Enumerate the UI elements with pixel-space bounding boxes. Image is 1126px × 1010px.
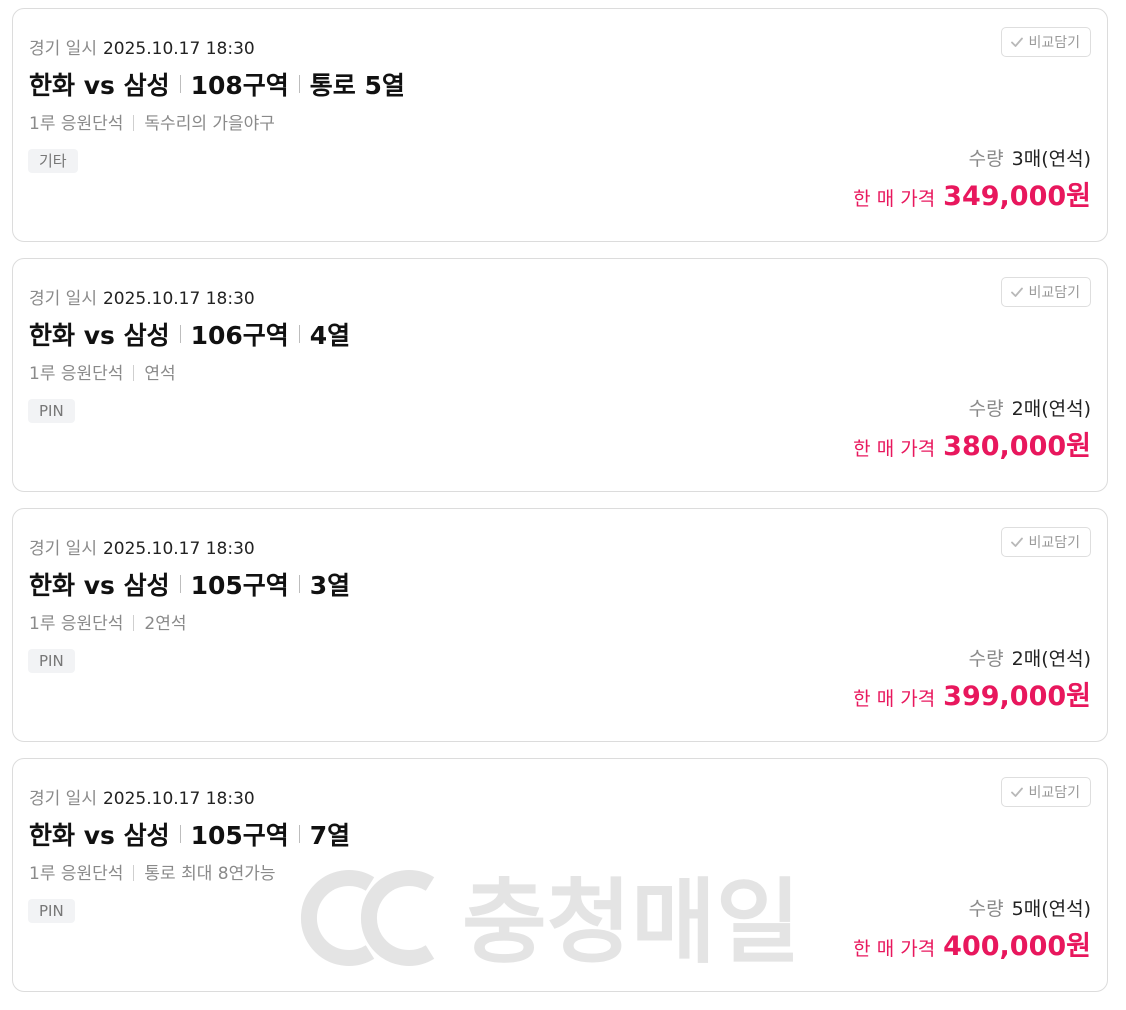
section-name: 105구역 (190, 571, 289, 600)
ticket-listing-card[interactable]: 경기 일시 2025.10.17 18:30 한화 vs 삼성 105구역 3열 1루… (12, 508, 1108, 742)
seat-area: 1루 응원단석 (29, 114, 124, 134)
compare-add-button[interactable]: 비교담기 (1001, 527, 1091, 557)
match-date-value: 2025.10.17 18:30 (102, 39, 255, 59)
delivery-tag: PIN (28, 899, 75, 923)
match-date-label: 경기 일시 (29, 539, 97, 559)
quantity-label: 수량 (968, 648, 1004, 670)
quantity-label: 수량 (968, 898, 1004, 920)
seat-area: 1루 응원단석 (29, 364, 124, 384)
compare-add-label: 비교담기 (1028, 785, 1080, 801)
price-value: 400,000원 (943, 931, 1091, 962)
listing-title: 한화 vs 삼성 108구역 통로 5열 (29, 69, 405, 103)
title-divider (179, 825, 181, 843)
compare-add-label: 비교담기 (1028, 35, 1080, 51)
price-label: 한 매 가격 (853, 688, 936, 710)
quantity-value: 3매(연석) (1011, 148, 1091, 170)
info-divider (133, 365, 135, 381)
title-divider (179, 575, 181, 593)
match-name: 한화 vs 삼성 (29, 71, 170, 100)
seller-note: 2연석 (144, 614, 187, 634)
quantity-value: 2매(연석) (1011, 398, 1091, 420)
ticket-listing-card[interactable]: 경기 일시 2025.10.17 18:30 한화 vs 삼성 105구역 7열 1루… (12, 758, 1108, 992)
match-date-row: 경기 일시 2025.10.17 18:30 (29, 789, 255, 809)
match-date-value: 2025.10.17 18:30 (102, 539, 255, 559)
quantity-row: 수량 5매(연석) (969, 897, 1091, 921)
info-divider (133, 865, 135, 881)
seat-info-row: 1루 응원단석 독수리의 가을야구 (29, 113, 275, 135)
price-label: 한 매 가격 (853, 938, 936, 960)
price-row: 한 매 가격 380,000원 (853, 429, 1091, 468)
seller-note: 통로 최대 8연가능 (144, 864, 276, 884)
listing-title: 한화 vs 삼성 105구역 3열 (29, 569, 350, 603)
match-name: 한화 vs 삼성 (29, 571, 170, 600)
check-icon (1011, 287, 1024, 297)
quantity-value: 5매(연석) (1011, 898, 1091, 920)
check-icon (1011, 537, 1024, 547)
listing-title: 한화 vs 삼성 105구역 7열 (29, 819, 350, 853)
seat-row: 7열 (309, 821, 351, 850)
match-date-value: 2025.10.17 18:30 (102, 289, 255, 309)
delivery-tag: PIN (28, 649, 75, 673)
ticket-listing-card[interactable]: 경기 일시 2025.10.17 18:30 한화 vs 삼성 108구역 통로 5열… (12, 8, 1108, 242)
compare-add-button[interactable]: 비교담기 (1001, 27, 1091, 57)
section-name: 106구역 (190, 321, 289, 350)
match-name: 한화 vs 삼성 (29, 321, 170, 350)
listing-title: 한화 vs 삼성 106구역 4열 (29, 319, 350, 353)
ticket-listing-card[interactable]: 경기 일시 2025.10.17 18:30 한화 vs 삼성 106구역 4열 1루… (12, 258, 1108, 492)
delivery-tag: PIN (28, 399, 75, 423)
title-divider (179, 325, 181, 343)
price-row: 한 매 가격 400,000원 (853, 929, 1091, 968)
title-divider (298, 825, 300, 843)
title-divider (298, 75, 300, 93)
price-value: 349,000원 (943, 181, 1091, 212)
title-divider (179, 75, 181, 93)
seat-row: 통로 5열 (309, 71, 405, 100)
title-divider (298, 325, 300, 343)
seat-info-row: 1루 응원단석 연석 (29, 363, 176, 385)
quantity-label: 수량 (968, 398, 1004, 420)
quantity-label: 수량 (968, 148, 1004, 170)
compare-add-label: 비교담기 (1028, 535, 1080, 551)
price-row: 한 매 가격 349,000원 (853, 179, 1091, 218)
title-divider (298, 575, 300, 593)
match-date-row: 경기 일시 2025.10.17 18:30 (29, 39, 255, 59)
quantity-row: 수량 3매(연석) (969, 147, 1091, 171)
section-name: 108구역 (190, 71, 289, 100)
check-icon (1011, 787, 1024, 797)
price-label: 한 매 가격 (853, 438, 936, 460)
match-date-value: 2025.10.17 18:30 (102, 789, 255, 809)
price-value: 380,000원 (943, 431, 1091, 462)
price-row: 한 매 가격 399,000원 (853, 679, 1091, 718)
seat-area: 1루 응원단석 (29, 864, 124, 884)
info-divider (133, 615, 135, 631)
match-date-row: 경기 일시 2025.10.17 18:30 (29, 289, 255, 309)
match-name: 한화 vs 삼성 (29, 821, 170, 850)
section-name: 105구역 (190, 821, 289, 850)
seat-row: 3열 (309, 571, 351, 600)
seller-note: 독수리의 가을야구 (144, 114, 275, 134)
quantity-value: 2매(연석) (1011, 648, 1091, 670)
match-date-label: 경기 일시 (29, 789, 97, 809)
price-value: 399,000원 (943, 681, 1091, 712)
seat-info-row: 1루 응원단석 2연석 (29, 613, 187, 635)
quantity-row: 수량 2매(연석) (969, 397, 1091, 421)
seller-note: 연석 (144, 364, 176, 384)
match-date-label: 경기 일시 (29, 289, 97, 309)
match-date-label: 경기 일시 (29, 39, 97, 59)
seat-row: 4열 (309, 321, 351, 350)
quantity-row: 수량 2매(연석) (969, 647, 1091, 671)
compare-add-button[interactable]: 비교담기 (1001, 277, 1091, 307)
info-divider (133, 115, 135, 131)
price-label: 한 매 가격 (853, 188, 936, 210)
compare-add-label: 비교담기 (1028, 285, 1080, 301)
check-icon (1011, 37, 1024, 47)
seat-info-row: 1루 응원단석 통로 최대 8연가능 (29, 863, 276, 885)
delivery-tag: 기타 (28, 149, 78, 173)
match-date-row: 경기 일시 2025.10.17 18:30 (29, 539, 255, 559)
compare-add-button[interactable]: 비교담기 (1001, 777, 1091, 807)
seat-area: 1루 응원단석 (29, 614, 124, 634)
